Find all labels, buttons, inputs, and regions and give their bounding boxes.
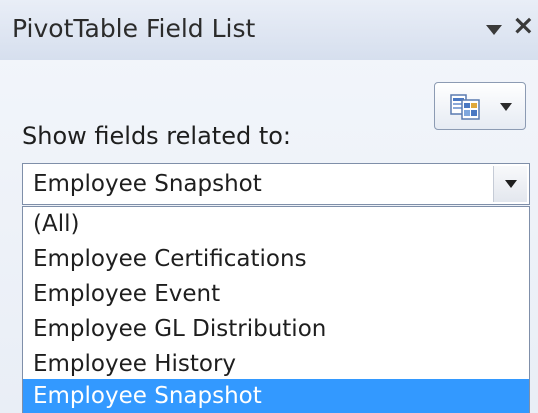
related-table-combobox[interactable]: Employee Snapshot (22, 163, 530, 205)
pane-title-bar: PivotTable Field List × (0, 0, 538, 60)
task-pane-options-button[interactable] (484, 20, 504, 40)
option-employee-gl-distribution[interactable]: Employee GL Distribution (23, 312, 529, 347)
option-employee-snapshot[interactable]: Employee Snapshot (23, 379, 529, 413)
triangle-down-icon (505, 180, 517, 188)
chevron-down-icon (500, 103, 512, 111)
related-table-dropdown-list: (All) Employee Certifications Employee E… (22, 206, 530, 413)
close-icon: × (512, 10, 535, 41)
pivottable-field-list-pane: PivotTable Field List × Show fields rela… (0, 0, 538, 413)
triangle-down-icon (486, 25, 502, 35)
option-employee-certifications[interactable]: Employee Certifications (23, 242, 529, 277)
show-fields-related-label: Show fields related to: (22, 122, 292, 150)
combobox-dropdown-button[interactable] (493, 166, 527, 202)
field-list-layout-icon (450, 94, 480, 120)
option-all[interactable]: (All) (23, 207, 529, 242)
close-pane-button[interactable]: × (512, 12, 536, 40)
option-employee-event[interactable]: Employee Event (23, 277, 529, 312)
option-employee-history[interactable]: Employee History (23, 347, 529, 382)
combobox-selected-value: Employee Snapshot (33, 171, 262, 197)
field-list-layout-button[interactable] (434, 82, 526, 130)
pane-title: PivotTable Field List (12, 14, 256, 43)
